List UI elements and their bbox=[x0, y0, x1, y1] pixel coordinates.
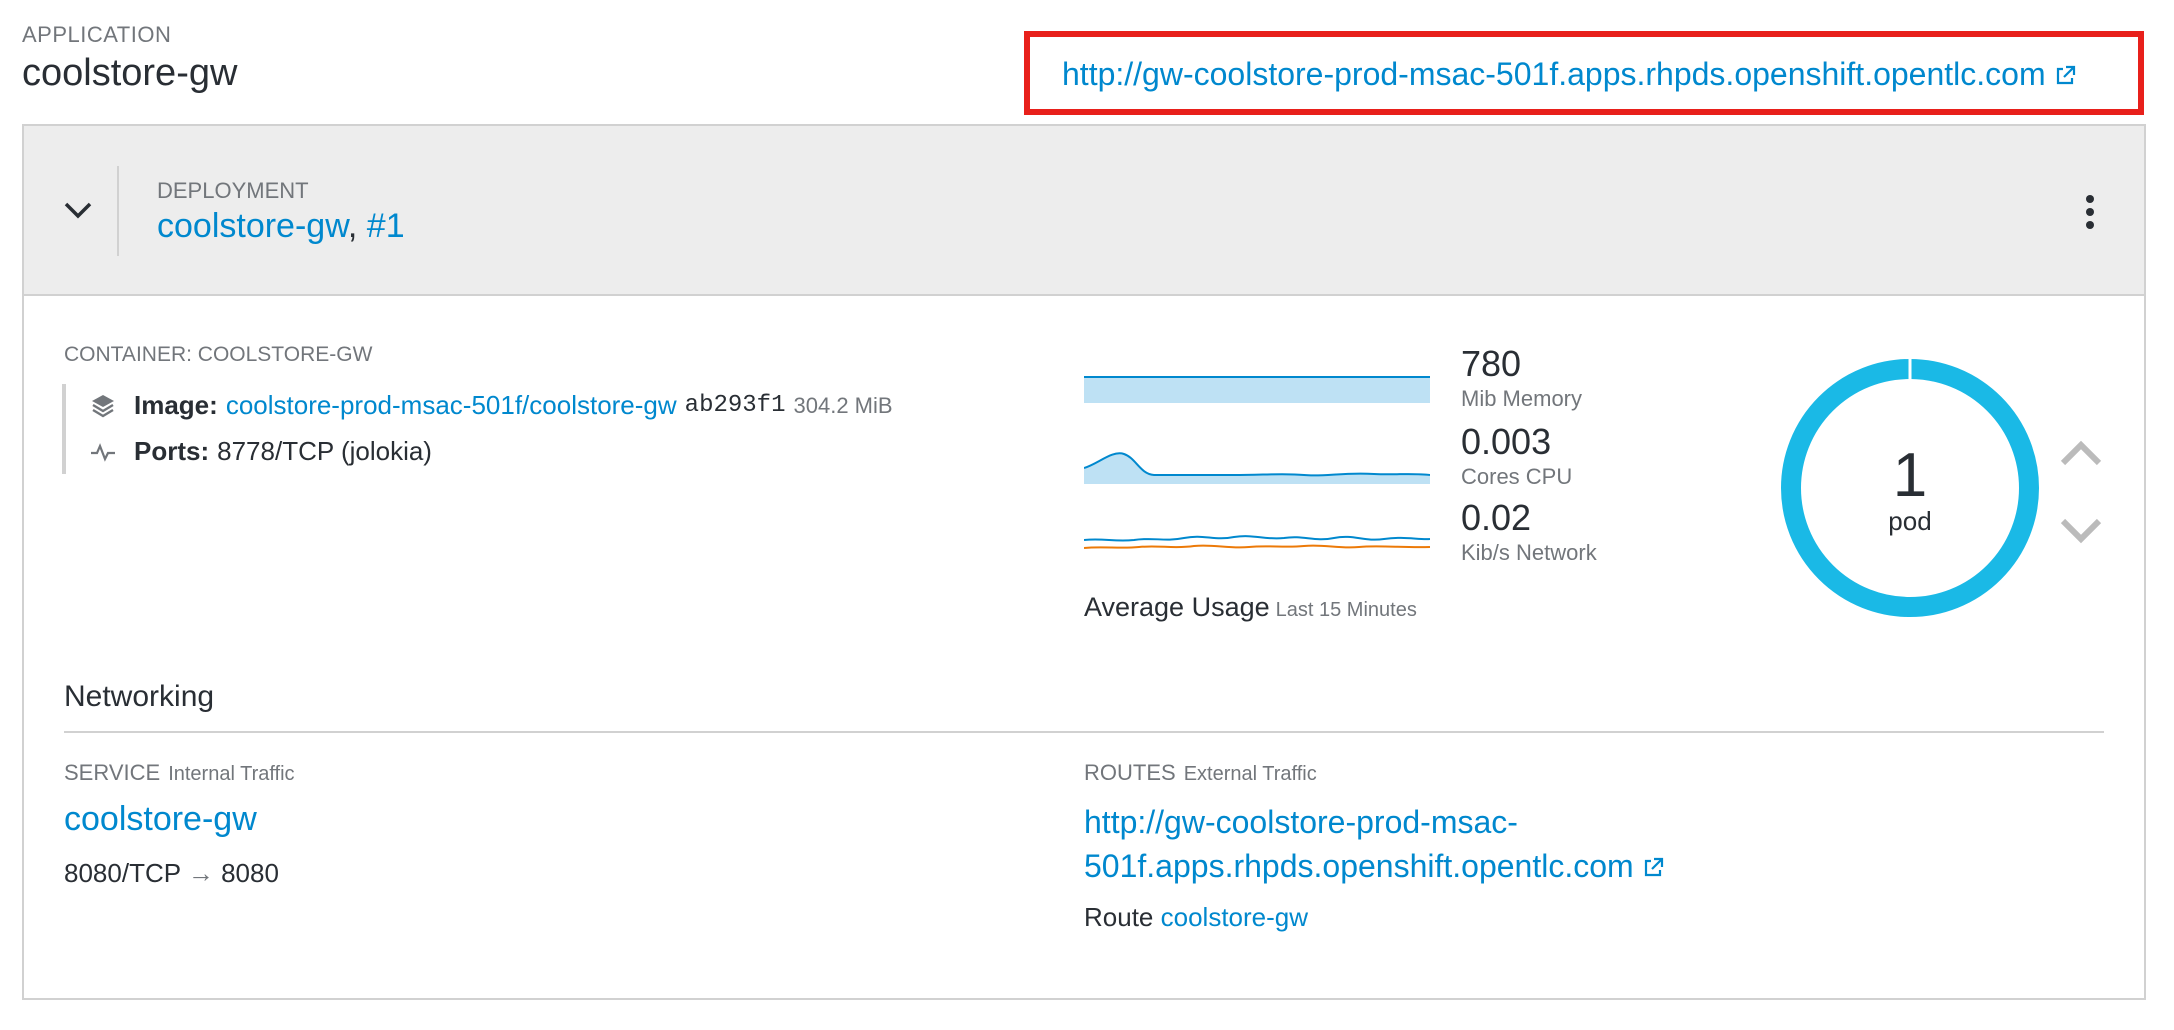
chevron-down-icon[interactable] bbox=[56, 188, 100, 232]
scale-up-button[interactable] bbox=[2058, 436, 2104, 470]
deployment-revision-link[interactable]: #1 bbox=[367, 207, 405, 245]
ports-value: 8778/TCP (jolokia) bbox=[217, 436, 432, 466]
container-label: CONTAINER: COOLSTORE-GW bbox=[64, 343, 373, 366]
route-prefix: Route bbox=[1084, 902, 1154, 932]
networking-divider bbox=[64, 731, 2104, 733]
memory-value: 780 bbox=[1461, 343, 1522, 384]
scale-down-button[interactable] bbox=[2058, 514, 2104, 548]
image-link[interactable]: coolstore-prod-msac-501f/coolstore-gw bbox=[226, 390, 677, 421]
service-section-label: SERVICE Internal Traffic bbox=[64, 760, 295, 786]
image-size: 304.2 MiB bbox=[793, 392, 893, 418]
header-divider bbox=[117, 166, 119, 256]
memory-label: Mib Memory bbox=[1461, 386, 1583, 411]
application-label: APPLICATION bbox=[22, 22, 172, 47]
route-url-link[interactable]: http://gw-coolstore-prod-msac- 501f.apps… bbox=[1084, 800, 1784, 888]
routes-sub-label: External Traffic bbox=[1183, 763, 1317, 785]
route-url-line2[interactable]: 501f.apps.rhpds.openshift.opentlc.com bbox=[1084, 848, 1634, 884]
image-label: Image: bbox=[134, 390, 218, 420]
ports-row: Ports: 8778/TCP (jolokia) bbox=[90, 436, 432, 467]
deployment-label: DEPLOYMENT bbox=[157, 178, 309, 203]
image-row: Image: coolstore-prod-msac-501f/coolstor… bbox=[90, 390, 893, 421]
cpu-label: Cores CPU bbox=[1461, 464, 1573, 489]
external-link-icon bbox=[1644, 857, 1663, 877]
networking-title: Networking bbox=[64, 680, 215, 713]
memory-sparkline bbox=[1084, 376, 1430, 403]
kebab-icon[interactable] bbox=[2076, 192, 2104, 232]
layers-icon bbox=[92, 394, 114, 417]
routes-label: ROUTES bbox=[1084, 760, 1176, 785]
route-name-row: Route coolstore-gw bbox=[1084, 902, 1308, 933]
service-ports: 8080/TCP → 8080 bbox=[64, 858, 279, 889]
network-value: 0.02 bbox=[1461, 497, 1532, 538]
image-hash: ab293f1 bbox=[684, 392, 786, 419]
service-port-to: 8080 bbox=[221, 858, 279, 888]
deployment-separator: , bbox=[347, 207, 358, 245]
pod-label: pod bbox=[1888, 506, 1932, 536]
routes-section-label: ROUTES External Traffic bbox=[1084, 760, 1317, 786]
application-route-url[interactable]: http://gw-coolstore-prod-msac-501f.apps.… bbox=[1062, 56, 2046, 92]
network-label: Kib/s Network bbox=[1461, 540, 1597, 565]
average-usage-period: Last 15 Minutes bbox=[1275, 599, 1417, 621]
service-sub-label: Internal Traffic bbox=[168, 763, 295, 785]
average-usage-label: Average Usage bbox=[1084, 592, 1270, 622]
application-route-link[interactable]: http://gw-coolstore-prod-msac-501f.apps.… bbox=[1062, 56, 2076, 93]
cpu-value: 0.003 bbox=[1461, 421, 1552, 462]
service-port-from: 8080/TCP bbox=[64, 858, 181, 888]
average-usage: Average Usage Last 15 Minutes bbox=[1084, 592, 1417, 623]
application-name: coolstore-gw bbox=[22, 52, 238, 94]
pod-count: 1 bbox=[1892, 441, 1928, 510]
ports-label: Ports: bbox=[134, 436, 210, 466]
route-name-link[interactable]: coolstore-gw bbox=[1161, 902, 1308, 932]
cpu-sparkline bbox=[1084, 452, 1430, 484]
service-link[interactable]: coolstore-gw bbox=[64, 800, 257, 839]
deployment-title: coolstore-gw, #1 bbox=[157, 207, 405, 246]
route-url-line1[interactable]: http://gw-coolstore-prod-msac- bbox=[1084, 804, 1518, 840]
arrow-right-icon: → bbox=[187, 858, 214, 888]
service-label: SERVICE bbox=[64, 760, 161, 785]
pulse-icon bbox=[91, 442, 115, 462]
network-sparkline bbox=[1084, 535, 1430, 549]
container-bar bbox=[62, 384, 66, 474]
deployment-name-link[interactable]: coolstore-gw bbox=[157, 207, 348, 245]
external-link-icon bbox=[2056, 65, 2075, 85]
